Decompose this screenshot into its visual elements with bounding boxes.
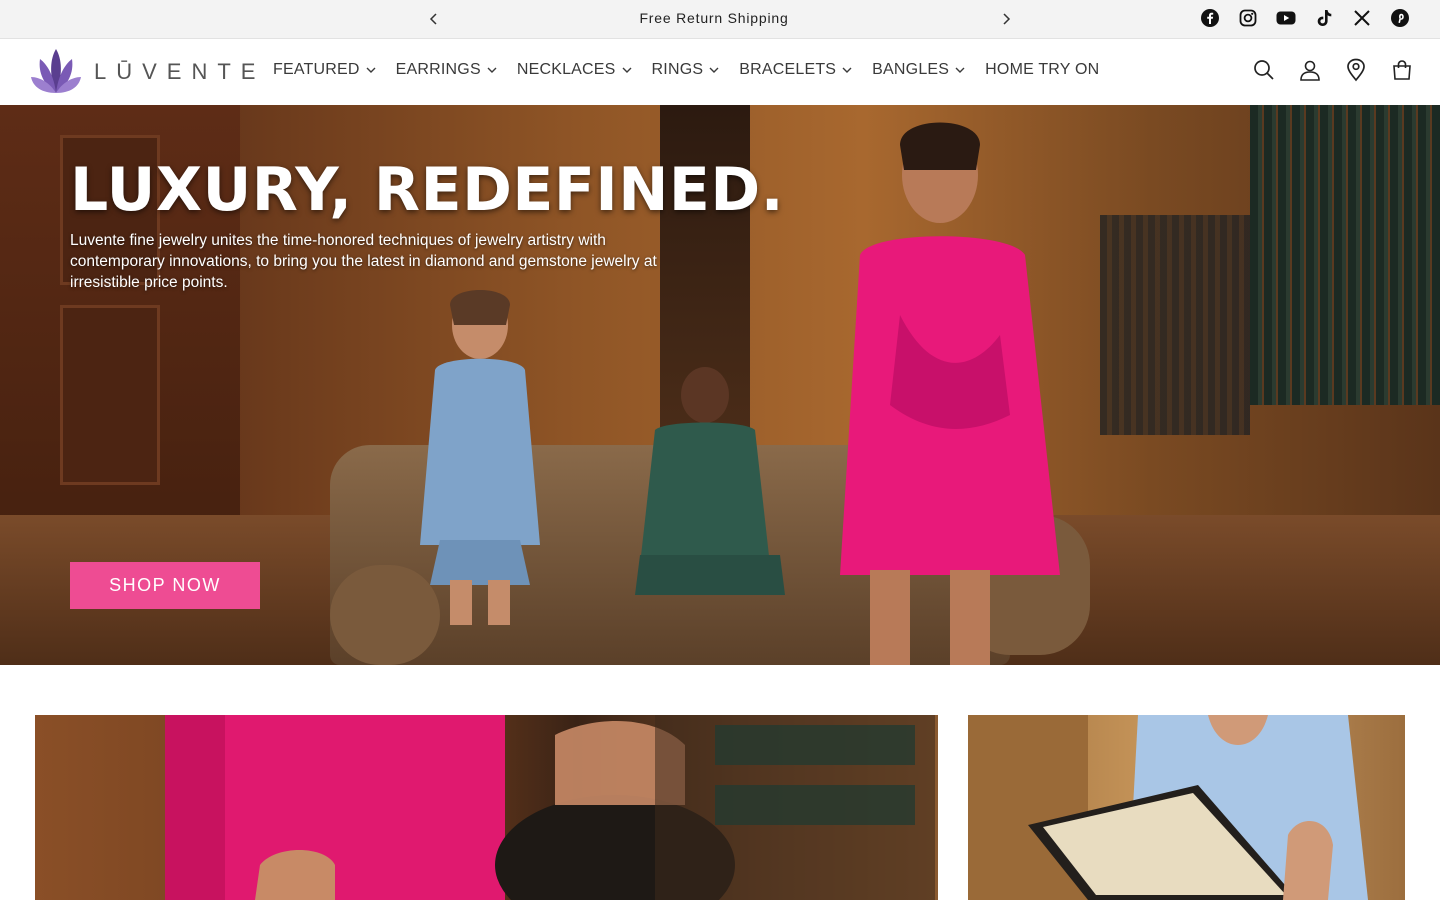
hero-banner: LUXURY, REDEFINED. Luvente fine jewelry …	[0, 105, 1440, 665]
nav-label: BANGLES	[872, 61, 950, 78]
pinterest-link[interactable]	[1390, 8, 1410, 28]
chevron-down-icon	[622, 67, 632, 73]
model-pink-dress-image	[840, 122, 1060, 665]
logo[interactable]: LŪVENTE	[30, 47, 265, 97]
site-header: LŪVENTE FEATURED EARRINGS NECKLACES RING…	[0, 39, 1440, 105]
nav-home-try-on[interactable]: HOME TRY ON	[985, 61, 1099, 79]
nav-label: EARRINGS	[395, 61, 481, 78]
logo-wordmark: LŪVENTE	[94, 59, 266, 84]
instagram-icon	[1239, 9, 1257, 27]
nav-featured[interactable]: FEATURED	[273, 61, 376, 79]
hero-title: LUXURY, REDEFINED.	[70, 155, 784, 225]
chevron-down-icon	[487, 67, 497, 73]
announcement-prev-button[interactable]	[424, 9, 444, 29]
store-locator-button[interactable]	[1344, 58, 1368, 82]
shop-now-button[interactable]: SHOP NOW	[70, 562, 260, 609]
pinterest-icon	[1391, 9, 1409, 27]
location-icon	[1347, 58, 1365, 82]
cart-button[interactable]	[1390, 58, 1414, 82]
facebook-icon	[1201, 9, 1219, 27]
chevron-down-icon	[842, 67, 852, 73]
nav-bangles[interactable]: BANGLES	[872, 61, 965, 79]
header-actions	[1252, 58, 1414, 82]
tiktok-icon	[1317, 10, 1332, 26]
nav-label: HOME TRY ON	[985, 61, 1100, 78]
promo-tile-bracelets[interactable]	[35, 715, 938, 900]
nav-rings[interactable]: RINGS	[652, 61, 720, 79]
promo-tile-left-image	[165, 715, 935, 900]
facebook-link[interactable]	[1200, 8, 1220, 28]
chevron-right-icon	[1003, 13, 1011, 25]
main-nav: FEATURED EARRINGS NECKLACES RINGS BRACEL…	[273, 61, 1099, 79]
cart-icon	[1393, 60, 1411, 80]
announcement-bar: Free Return Shipping	[0, 0, 1440, 39]
promo-tile-necklaces[interactable]	[968, 715, 1405, 900]
nav-label: RINGS	[651, 61, 704, 78]
promo-tile-right-image	[968, 715, 1368, 900]
instagram-link[interactable]	[1238, 8, 1258, 28]
hero-description: Luvente fine jewelry unites the time-hon…	[70, 232, 657, 291]
youtube-icon	[1276, 11, 1296, 25]
nav-bracelets[interactable]: BRACELETS	[739, 61, 852, 79]
social-links	[1200, 8, 1410, 28]
tiktok-link[interactable]	[1314, 8, 1334, 28]
nav-label: BRACELETS	[739, 61, 837, 78]
lotus-logo-icon	[31, 49, 81, 93]
x-link[interactable]	[1352, 8, 1372, 28]
x-icon	[1354, 10, 1370, 26]
model-green-suit-image	[635, 367, 785, 595]
model-blue-dress-image	[420, 290, 540, 625]
chevron-down-icon	[366, 67, 376, 73]
search-button[interactable]	[1252, 58, 1276, 82]
youtube-link[interactable]	[1276, 8, 1296, 28]
hero-bookshelf-right	[1250, 105, 1440, 405]
announcement-message: Free Return Shipping	[639, 10, 789, 26]
nav-earrings[interactable]: EARRINGS	[396, 61, 497, 79]
search-icon	[1254, 60, 1274, 80]
nav-necklaces[interactable]: NECKLACES	[517, 61, 632, 79]
nav-label: NECKLACES	[516, 61, 616, 78]
chevron-down-icon	[709, 67, 719, 73]
account-icon	[1300, 60, 1320, 81]
nav-label: FEATURED	[273, 61, 360, 78]
announcement-next-button[interactable]	[996, 9, 1016, 29]
account-button[interactable]	[1298, 58, 1322, 82]
chevron-down-icon	[955, 67, 965, 73]
hero-bookshelf-mid	[1100, 215, 1250, 435]
chevron-left-icon	[429, 13, 437, 25]
